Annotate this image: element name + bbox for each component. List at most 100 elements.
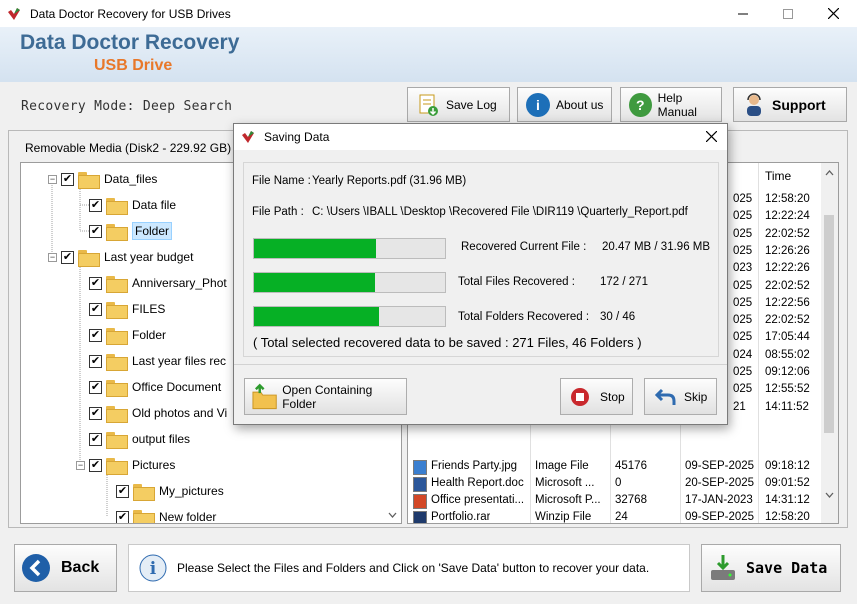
tree-checkbox[interactable]: ✔: [61, 172, 74, 186]
tree-checkbox[interactable]: ✔: [89, 328, 102, 342]
tree-checkbox[interactable]: ✔: [89, 406, 102, 420]
window-title: Data Doctor Recovery for USB Drives: [30, 6, 231, 21]
size-cell: 24: [615, 511, 628, 523]
name-cell: Friends Party.jpg: [431, 460, 518, 472]
save-log-button[interactable]: Save Log: [407, 87, 510, 122]
table-row[interactable]: Health Report.doc Microsoft ... 0 20-SEP-20…: [408, 475, 822, 492]
maximize-button[interactable]: [765, 0, 811, 27]
skip-button[interactable]: Skip: [644, 378, 717, 415]
tree-checkbox[interactable]: ✔: [89, 198, 102, 212]
type-cell: Winzip File: [535, 511, 592, 523]
support-person-icon: [747, 92, 761, 116]
collapse-toggle-icon[interactable]: −: [76, 460, 85, 470]
tree-checkbox[interactable]: ✔: [89, 432, 102, 446]
tree-item[interactable]: ✔ Folder: [89, 221, 173, 241]
file-name-label: File Name :: [252, 175, 311, 187]
size-cell: 45176: [615, 460, 647, 472]
time-cell: 22:02:52: [765, 279, 810, 292]
folder-icon: [106, 405, 128, 423]
tree-item[interactable]: ✔ Data file: [89, 195, 176, 215]
total-files-value: 172 / 271: [600, 276, 648, 288]
table-row[interactable]: Office presentati... Microsoft P... 32768 1…: [408, 492, 822, 509]
tree-checkbox[interactable]: ✔: [89, 276, 102, 290]
folder-icon: [106, 353, 128, 371]
time-column-header[interactable]: Time: [765, 169, 791, 183]
tree-item[interactable]: − ✔ Data_files: [48, 169, 157, 189]
time-cell: 14:11:52: [765, 400, 809, 413]
tree-item[interactable]: − ✔ Last year budget: [48, 247, 193, 267]
date-cell: 025: [733, 366, 753, 378]
tree-checkbox[interactable]: ✔: [89, 302, 102, 316]
tree-item[interactable]: ✔ Old photos and Vi: [89, 403, 227, 423]
table-row[interactable]: Portfolio.rar Winzip File 24 09-SEP-2025 12:…: [408, 509, 822, 523]
type-cell: Microsoft P...: [535, 494, 601, 506]
time-cell: 08:55:02: [765, 348, 810, 361]
tree-item[interactable]: ✔ My_pictures: [116, 481, 224, 501]
powerpoint-icon: [413, 494, 427, 509]
name-cell: Health Report.doc: [431, 477, 524, 489]
tree-item[interactable]: ✔ New folder: [116, 507, 217, 524]
tree-item[interactable]: ✔ Anniversary_Phot: [89, 273, 227, 293]
support-button[interactable]: Support: [733, 87, 847, 122]
date-cell: 023: [733, 262, 753, 275]
tree-item[interactable]: ✔ Folder: [89, 325, 166, 345]
date-cell: 025: [733, 210, 753, 223]
tree-checkbox[interactable]: ✔: [89, 458, 102, 472]
tree-item-label: Data_files: [104, 172, 158, 186]
table-row[interactable]: Friends Party.jpg Image File 45176 09-SEP-2…: [408, 458, 822, 475]
tree-item[interactable]: ✔ output files: [89, 429, 190, 449]
folder-icon: [106, 275, 128, 293]
photoshop-icon: [413, 511, 427, 523]
open-containing-folder-button[interactable]: Open Containing Folder: [244, 378, 407, 415]
date-cell: 024: [733, 348, 753, 361]
save-data-button[interactable]: Save Data: [701, 544, 841, 592]
dialog-close-icon[interactable]: [706, 131, 717, 142]
time-cell: 12:22:56: [765, 296, 810, 309]
saving-data-dialog: Saving Data File Name : Yearly Reports.p…: [233, 123, 728, 425]
folder-icon: [106, 223, 128, 241]
help-manual-button[interactable]: ? Help Manual: [620, 87, 722, 122]
tree-checkbox[interactable]: ✔: [89, 354, 102, 368]
time-cell: 12:55:52: [765, 383, 810, 396]
tree-checkbox[interactable]: ✔: [116, 484, 129, 498]
minimize-button[interactable]: [720, 0, 766, 27]
back-button[interactable]: Back: [14, 544, 117, 592]
type-cell: Image File: [535, 460, 589, 472]
tree-item[interactable]: ✔ Office Document: [89, 377, 221, 397]
about-us-button[interactable]: i About us: [517, 87, 612, 122]
time-cell: 17:05:44: [765, 331, 810, 344]
time-cell: 22:02:52: [765, 227, 810, 240]
dialog-content: File Name : Yearly Reports.pdf (31.96 MB…: [243, 162, 719, 357]
collapse-toggle-icon[interactable]: −: [48, 252, 57, 262]
time-cell: 09:01:52: [765, 477, 810, 489]
date-cell: 025: [733, 383, 753, 396]
tree-checkbox[interactable]: ✔: [116, 510, 129, 523]
tree-item[interactable]: − ✔ Pictures: [76, 455, 175, 475]
tree-item-label: Folder: [132, 328, 167, 342]
size-cell: 32768: [615, 494, 647, 506]
tree-checkbox[interactable]: ✔: [61, 250, 74, 264]
tree-checkbox[interactable]: ✔: [89, 224, 102, 238]
close-window-button[interactable]: [810, 0, 856, 27]
app-icon: [8, 7, 20, 20]
folder-icon: [78, 249, 100, 267]
tree-item-label: FILES: [132, 302, 166, 316]
date-cell: 20-SEP-2025: [685, 477, 755, 489]
scroll-thumb[interactable]: [824, 215, 834, 433]
info-message-bar: i Please Select the Files and Folders an…: [128, 544, 690, 592]
save-log-label: Save Log: [446, 97, 497, 112]
tree-item-label: My_pictures: [159, 484, 224, 498]
date-cell: 17-JAN-2023: [685, 494, 753, 506]
tree-item[interactable]: ✔ FILES: [89, 299, 165, 319]
time-cell: 12:58:20: [765, 193, 810, 205]
tree-item[interactable]: ✔ Last year files rec: [89, 351, 226, 371]
tree-item-label: New folder: [159, 510, 217, 524]
stop-button[interactable]: Stop: [560, 378, 633, 415]
tree-item-label: Office Document: [132, 380, 222, 394]
skip-arrow-icon: [654, 388, 676, 405]
stop-label: Stop: [600, 389, 625, 404]
collapse-toggle-icon[interactable]: −: [48, 174, 57, 184]
file-path-value: C: \Users \IBALL \Desktop \Recovered Fil…: [312, 206, 688, 218]
tree-checkbox[interactable]: ✔: [89, 380, 102, 394]
list-scrollbar[interactable]: [821, 163, 838, 523]
